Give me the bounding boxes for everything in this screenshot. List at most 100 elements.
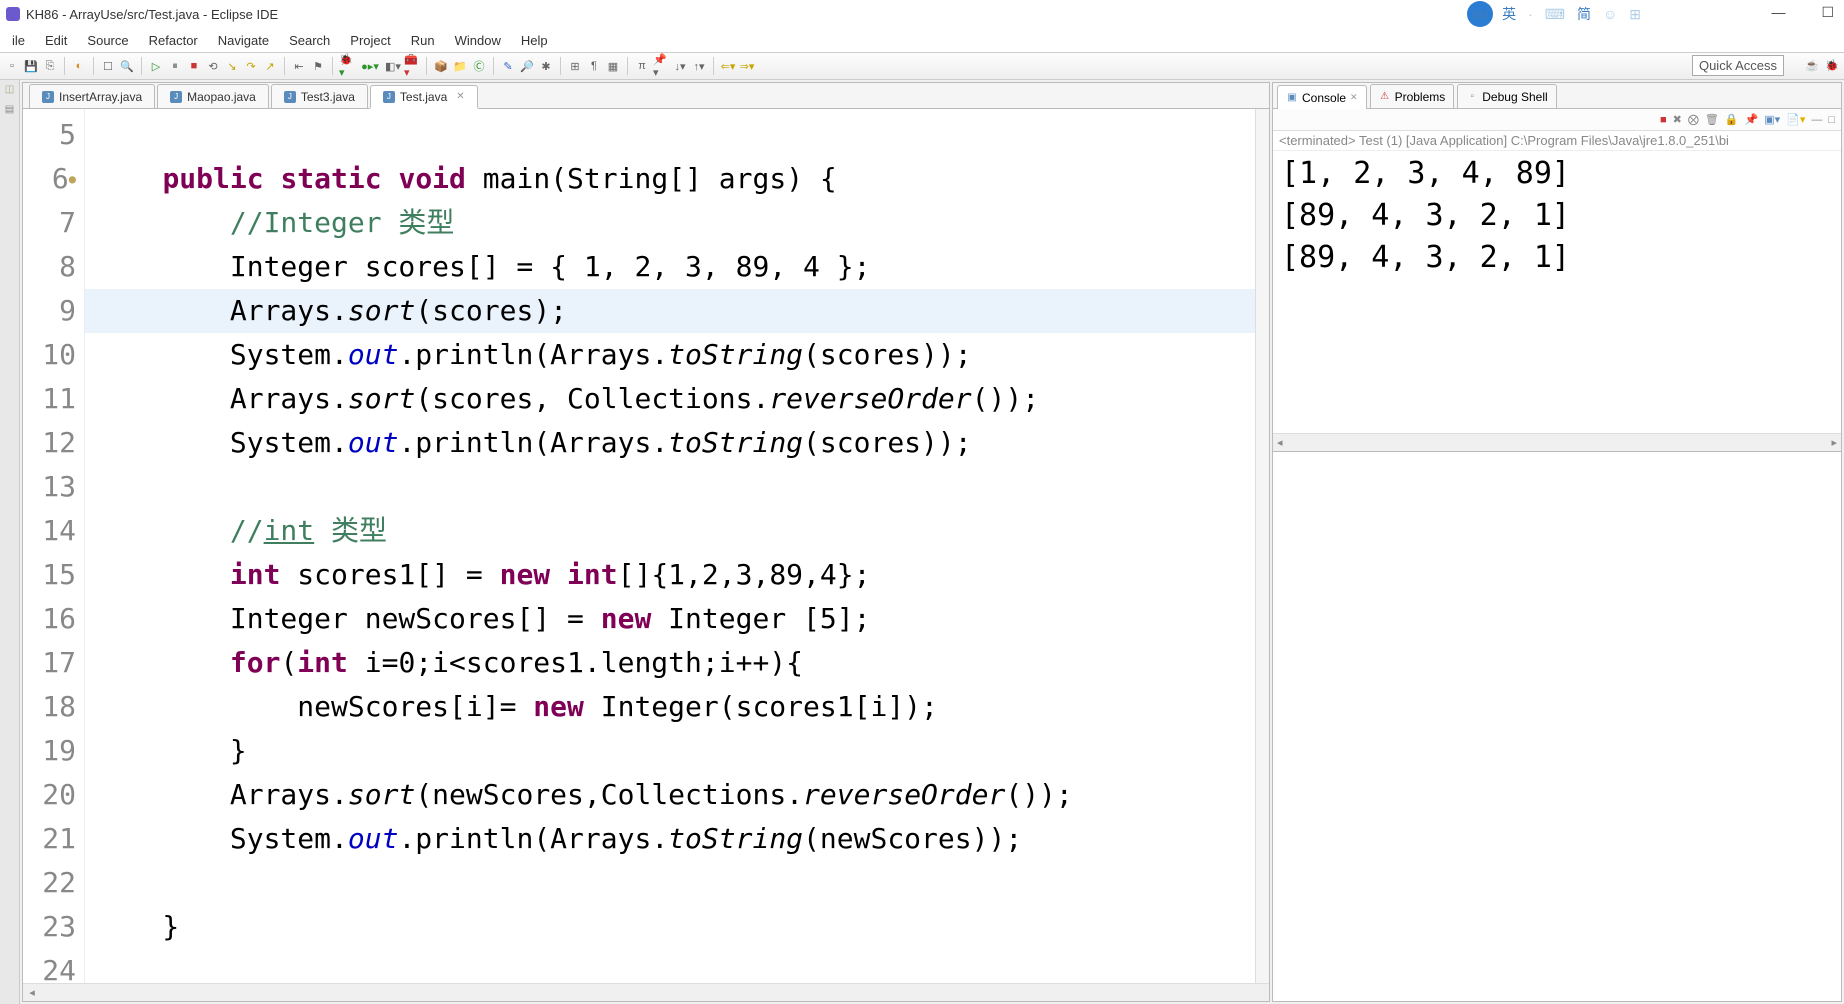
- scroll-left-icon[interactable]: ◂: [23, 986, 41, 999]
- minimize-button[interactable]: —: [1771, 4, 1785, 21]
- toggle-mark-icon[interactable]: ✱: [538, 58, 554, 74]
- debug-shell-icon: ▫: [1466, 91, 1478, 103]
- show-whitespace-icon[interactable]: π: [634, 58, 650, 74]
- ime-simp[interactable]: 简: [1574, 4, 1594, 24]
- new-icon[interactable]: ▫: [4, 58, 20, 74]
- open-type-icon[interactable]: ☐: [100, 58, 116, 74]
- menu-search[interactable]: Search: [279, 33, 340, 48]
- tab-debug-shell[interactable]: ▫ Debug Shell: [1457, 84, 1556, 108]
- menu-bar: ile Edit Source Refactor Navigate Search…: [0, 28, 1844, 52]
- title-bar: KH86 - ArrayUse/src/Test.java - Eclipse …: [0, 0, 1844, 28]
- maximize-button[interactable]: ☐: [1821, 4, 1834, 21]
- drop-frame-icon[interactable]: ⇤: [291, 58, 307, 74]
- minimized-outline-icon[interactable]: ▤: [0, 104, 19, 118]
- editor-tab-maopao[interactable]: J Maopao.java: [157, 84, 269, 108]
- run-icon[interactable]: ●▸▾: [358, 58, 382, 74]
- menu-edit[interactable]: Edit: [35, 33, 77, 48]
- ime-dot: ·: [1525, 6, 1536, 22]
- console-horizontal-scrollbar[interactable]: ◂ ▸: [1273, 433, 1841, 451]
- save-icon[interactable]: 💾: [23, 58, 39, 74]
- minimized-view-icon[interactable]: ◫: [0, 84, 19, 98]
- editor-body[interactable]: 56●789101112131415161718192021222324 pub…: [23, 109, 1269, 983]
- disconnect-icon[interactable]: ⟲: [205, 58, 221, 74]
- ime-lang[interactable]: 英: [1499, 4, 1519, 24]
- minimize-view-icon[interactable]: —: [1811, 114, 1822, 126]
- debug-icon[interactable]: 🐞▾: [339, 58, 355, 74]
- ime-widget[interactable]: du 英 · ⌨ 简 ☺ ⊞: [1467, 0, 1644, 28]
- terminate-icon[interactable]: ■: [186, 58, 202, 74]
- new-class-icon[interactable]: Ⓒ: [471, 58, 487, 74]
- use-step-filters-icon[interactable]: ⚑: [310, 58, 326, 74]
- menu-file[interactable]: ile: [2, 33, 35, 48]
- suspend-icon[interactable]: ⏸: [167, 58, 183, 74]
- quick-access-input[interactable]: Quick Access: [1692, 55, 1784, 76]
- resume-icon[interactable]: ▷: [148, 58, 164, 74]
- coverage-icon[interactable]: ◧▾: [385, 58, 401, 74]
- main-toolbar: ▫ 💾 ⎘ ◐ ☐ 🔍 ▷ ⏸ ■ ⟲ ↘ ↷ ↗ ⇤ ⚑ 🐞▾ ●▸▾ ◧▾ …: [0, 52, 1844, 80]
- menu-run[interactable]: Run: [401, 33, 445, 48]
- menu-project[interactable]: Project: [340, 33, 400, 48]
- new-package-icon[interactable]: 📁: [452, 58, 468, 74]
- tab-label: Debug Shell: [1482, 90, 1547, 104]
- editor-tab-test[interactable]: J Test.java ✕: [370, 85, 478, 109]
- build-icon[interactable]: ◐: [71, 58, 87, 74]
- bottom-tab-bar: ▣ Console ✕ ⚠ Problems ▫ Debug Shell: [1273, 83, 1841, 109]
- du-logo-icon: du: [1467, 1, 1493, 27]
- pin-editor-icon[interactable]: 📌▾: [653, 58, 669, 74]
- console-output[interactable]: [1, 2, 3, 4, 89] [89, 4, 3, 2, 1] [89, 4…: [1273, 151, 1841, 433]
- step-into-icon[interactable]: ↘: [224, 58, 240, 74]
- menu-window[interactable]: Window: [445, 33, 511, 48]
- step-return-icon[interactable]: ↗: [262, 58, 278, 74]
- step-over-icon[interactable]: ↷: [243, 58, 259, 74]
- scroll-left-icon[interactable]: ◂: [1277, 436, 1283, 449]
- display-selected-console-icon[interactable]: ▣▾: [1764, 113, 1780, 126]
- prev-annotation-icon[interactable]: ↑▾: [691, 58, 707, 74]
- pin-console-icon[interactable]: 📌: [1745, 113, 1759, 126]
- tab-label: Problems: [1395, 90, 1446, 104]
- code-area[interactable]: public static void main(String[] args) {…: [85, 109, 1255, 983]
- scroll-right-icon[interactable]: ▸: [1831, 436, 1837, 449]
- editor-horizontal-scrollbar[interactable]: ◂: [23, 983, 1269, 1001]
- save-all-icon[interactable]: ⎘: [42, 58, 58, 74]
- ime-person-icon[interactable]: ☺: [1600, 6, 1620, 22]
- menu-source[interactable]: Source: [77, 33, 138, 48]
- perspective-debug-icon[interactable]: 🐞: [1824, 57, 1840, 73]
- toggle-breadcrumb-icon[interactable]: ⊞: [567, 58, 583, 74]
- overview-ruler[interactable]: [1255, 109, 1269, 983]
- menu-navigate[interactable]: Navigate: [208, 33, 279, 48]
- clear-console-icon[interactable]: 🗑: [1705, 113, 1719, 126]
- menu-refactor[interactable]: Refactor: [139, 33, 208, 48]
- toggle-word-wrap-icon[interactable]: ¶: [586, 58, 602, 74]
- line-number-ruler: 56●789101112131415161718192021222324: [23, 109, 85, 983]
- tab-problems[interactable]: ⚠ Problems: [1370, 84, 1455, 108]
- left-trim-bar[interactable]: ◫ ▤: [0, 80, 20, 1004]
- editor-tab-insertarray[interactable]: J InsertArray.java: [29, 84, 155, 108]
- toggle-block-selection-icon[interactable]: ▦: [605, 58, 621, 74]
- next-annotation-icon[interactable]: ↓▾: [672, 58, 688, 74]
- remove-launch-icon[interactable]: ✖: [1673, 113, 1682, 126]
- editor-tab-label: Test3.java: [301, 90, 355, 104]
- terminate-console-icon[interactable]: ■: [1660, 114, 1667, 126]
- run-last-tool-icon[interactable]: 🧰▾: [404, 58, 420, 74]
- ime-grid-icon[interactable]: ⊞: [1626, 6, 1644, 23]
- tab-console[interactable]: ▣ Console ✕: [1277, 85, 1367, 109]
- forward-icon[interactable]: ⇒▾: [739, 58, 755, 74]
- search-icon[interactable]: 🔍: [119, 58, 135, 74]
- menu-help[interactable]: Help: [511, 33, 558, 48]
- open-task-icon[interactable]: ✎: [500, 58, 516, 74]
- editor-tab-test3[interactable]: J Test3.java: [271, 84, 368, 108]
- workbench-body: ◫ ▤ J InsertArray.java J Maopao.java J T…: [0, 80, 1844, 1004]
- editor-tab-label: Maopao.java: [187, 90, 256, 104]
- scroll-lock-icon[interactable]: 🔒: [1725, 113, 1739, 126]
- open-console-icon[interactable]: 📄▾: [1786, 113, 1805, 126]
- perspective-java-icon[interactable]: ☕: [1804, 57, 1820, 73]
- new-java-project-icon[interactable]: 📦: [433, 58, 449, 74]
- empty-editor-area: [1272, 452, 1842, 1002]
- remove-all-launches-icon[interactable]: ⨂: [1688, 113, 1699, 126]
- task-search-icon[interactable]: 🔎: [519, 58, 535, 74]
- close-tab-icon[interactable]: ✕: [456, 91, 464, 102]
- maximize-view-icon[interactable]: □: [1828, 114, 1835, 126]
- close-tab-icon[interactable]: ✕: [1350, 92, 1358, 103]
- ime-keyboard-icon[interactable]: ⌨: [1542, 6, 1568, 23]
- back-icon[interactable]: ⇐▾: [720, 58, 736, 74]
